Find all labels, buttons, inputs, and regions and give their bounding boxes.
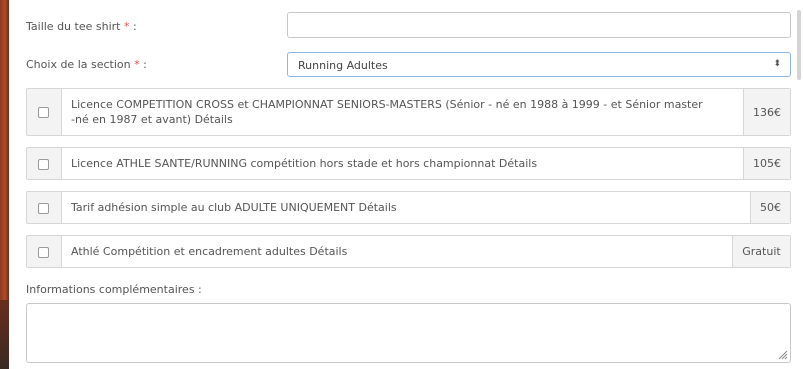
option-price: 105€ [743,148,790,179]
checkbox-cell [27,89,62,135]
option-checkbox[interactable] [38,107,49,118]
option-row-licence-competition-cross[interactable]: Licence COMPETITION CROSS et CHAMPIONNAT… [26,88,791,136]
select-arrows-icon: ⬍ [773,59,781,69]
option-description: Licence COMPETITION CROSS et CHAMPIONNAT… [71,97,703,127]
tee-shirt-label-text: Taille du tee shirt [26,20,121,33]
label-colon: : [139,58,147,71]
info-label: Informations complémentaires : [26,283,202,296]
option-description-line: -né en 1987 et avant) Détails [71,113,233,126]
section-label: Choix de la section * : [26,58,147,71]
option-description: Tarif adhésion simple au club ADULTE UNI… [71,201,397,214]
section-select-value: Running Adultes [298,59,388,72]
option-row-adhesion-simple[interactable]: Tarif adhésion simple au club ADULTE UNI… [26,191,791,224]
scrollbar[interactable] [796,0,803,369]
option-description: Licence ATHLE SANTE/RUNNING compétition … [71,157,538,170]
label-colon: : [129,20,137,33]
option-price: 50€ [750,192,790,223]
resize-grip-icon[interactable] [778,350,788,360]
option-description: Athlé Compétition et encadrement adultes… [71,245,348,258]
checkbox-cell [27,236,62,267]
option-price: Gratuit [732,236,790,267]
option-row-athle-competition-encadrement[interactable]: Athlé Compétition et encadrement adultes… [26,235,791,268]
tee-shirt-label: Taille du tee shirt * : [26,20,137,33]
section-label-text: Choix de la section [26,58,131,71]
info-textarea[interactable] [26,303,791,363]
option-price: 136€ [743,89,790,135]
checkbox-cell [27,192,62,223]
section-select[interactable]: Running Adultes ⬍ [287,52,791,77]
tee-shirt-size-input[interactable] [287,12,791,38]
option-checkbox[interactable] [38,159,49,170]
checkbox-cell [27,148,62,179]
option-row-licence-athle-sante[interactable]: Licence ATHLE SANTE/RUNNING compétition … [26,147,791,180]
registration-form: Taille du tee shirt * : Choix de la sect… [0,0,803,369]
background-edge-left [0,0,9,369]
option-checkbox[interactable] [38,203,49,214]
option-description-line: Licence COMPETITION CROSS et CHAMPIONNAT… [71,98,703,111]
option-checkbox[interactable] [38,247,49,258]
